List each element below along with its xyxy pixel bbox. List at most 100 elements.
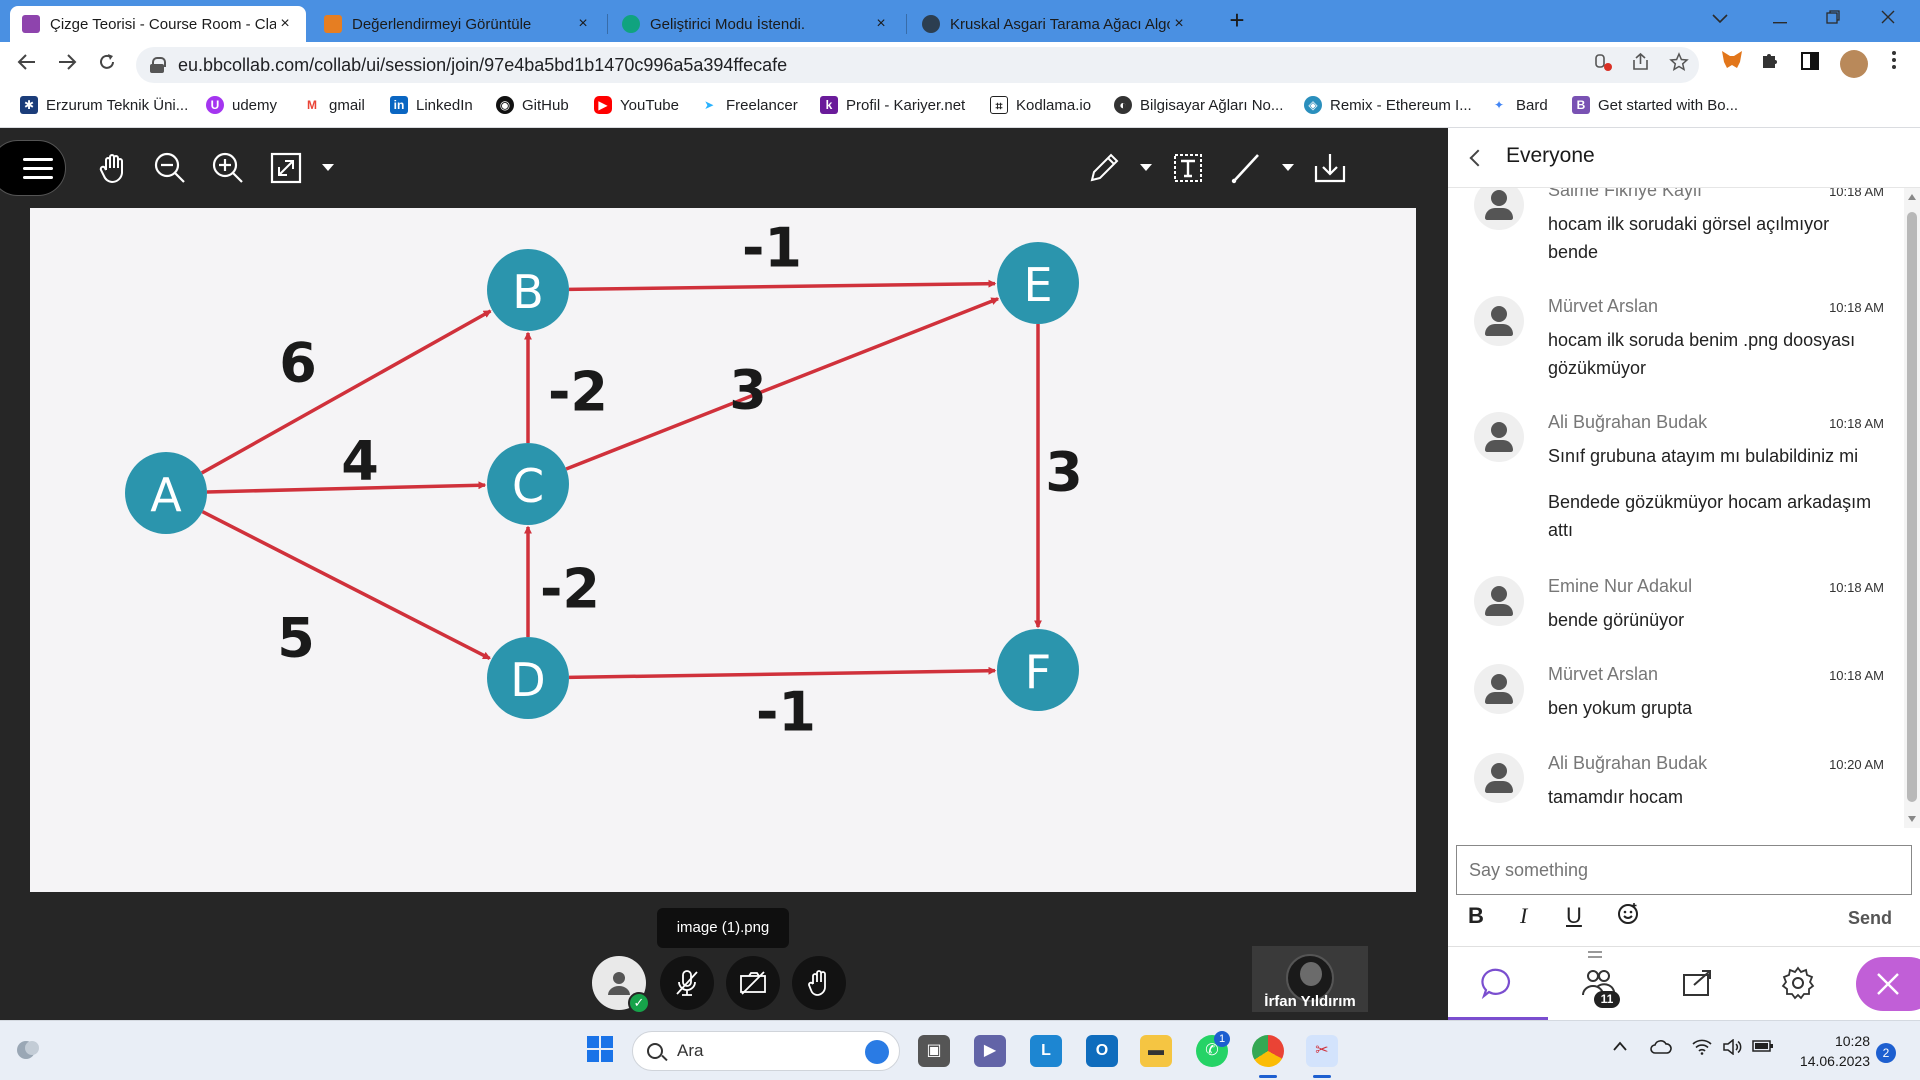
bookmark-freelancer[interactable]: ➤ Freelancer	[700, 96, 798, 114]
text-tool-icon[interactable]	[1168, 148, 1208, 188]
zoom-options-caret-icon[interactable]	[322, 164, 334, 171]
download-icon[interactable]	[1310, 148, 1350, 188]
onedrive-cloud-icon[interactable]	[1650, 1039, 1672, 1060]
start-windows-icon[interactable]	[584, 1035, 616, 1067]
emoji-picker-icon[interactable]	[1616, 902, 1640, 932]
teams-chat-icon[interactable]: ▶	[974, 1035, 1006, 1067]
show-hidden-icons-chevron-icon[interactable]	[1612, 1039, 1628, 1057]
tab-degerlendirme[interactable]: Değerlendirmeyi Görüntüle ×	[312, 6, 604, 42]
profile-avatar[interactable]	[1840, 50, 1868, 78]
camera-blocked-icon[interactable]	[1590, 52, 1616, 78]
tab-share-content[interactable]	[1648, 947, 1748, 1021]
bookmark-youtube[interactable]: ▶ YouTube	[594, 96, 679, 114]
kodlama-icon: ⌗	[990, 96, 1008, 114]
bookmark-star-icon[interactable]	[1666, 52, 1692, 78]
chat-message-input[interactable]	[1457, 846, 1911, 894]
chrome-icon[interactable]	[1252, 1035, 1284, 1067]
reload-icon[interactable]	[92, 50, 122, 80]
weather-widget-icon[interactable]	[12, 1033, 44, 1067]
volume-icon[interactable]	[1722, 1038, 1742, 1060]
zoom-in-icon[interactable]	[208, 148, 248, 188]
bard-icon: ✦	[1490, 96, 1508, 114]
shared-image-whiteboard[interactable]: 6 4 5 -2 -2 -1 3 3 -1 A B C D E F	[30, 208, 1416, 892]
task-view-icon[interactable]: ▣	[918, 1035, 950, 1067]
pencil-tool-icon[interactable]	[1084, 148, 1124, 188]
minimize-window-icon[interactable]	[1750, 0, 1810, 42]
tab-settings[interactable]	[1748, 947, 1848, 1021]
close-window-icon[interactable]	[1858, 0, 1918, 42]
taskbar-search-box[interactable]: Ara	[632, 1031, 900, 1071]
notification-badge[interactable]: 2	[1876, 1043, 1896, 1063]
edge-C-E	[565, 297, 1000, 471]
bookmark-label: Profil - Kariyer.net	[846, 96, 966, 114]
forward-arrow-icon[interactable]	[52, 50, 82, 80]
restore-window-icon[interactable]	[1803, 0, 1863, 42]
close-tab-icon[interactable]: ×	[1170, 15, 1188, 33]
battery-icon[interactable]	[1752, 1039, 1774, 1058]
chat-message-list[interactable]: Saime Fikriye Kaylı 10:18 AM hocam ilk s…	[1448, 188, 1904, 838]
side-panel-icon[interactable]	[1796, 50, 1824, 78]
session-menu-button[interactable]	[0, 140, 66, 196]
tab-search-chevron-icon[interactable]	[1690, 0, 1750, 42]
new-tab-button[interactable]: +	[1222, 6, 1252, 36]
scroll-down-arrow-icon[interactable]	[1908, 816, 1916, 822]
bookmark-remix[interactable]: ◈ Remix - Ethereum I...	[1304, 96, 1472, 114]
pan-hand-icon[interactable]	[94, 148, 134, 188]
wifi-icon[interactable]	[1692, 1039, 1712, 1060]
tab-attendees[interactable]: 11	[1548, 947, 1648, 1021]
extensions-puzzle-icon[interactable]	[1756, 50, 1784, 78]
url-text[interactable]: eu.bbcollab.com/collab/ui/session/join/9…	[178, 55, 787, 76]
l-app-icon[interactable]: L	[1030, 1035, 1062, 1067]
back-arrow-icon[interactable]	[12, 50, 42, 80]
bookmark-linkedin[interactable]: in LinkedIn	[390, 96, 473, 114]
raise-hand-button[interactable]	[792, 956, 846, 1010]
metamask-icon[interactable]	[1718, 50, 1746, 78]
outlook-icon[interactable]: O	[1086, 1035, 1118, 1067]
file-explorer-icon[interactable]: ▬	[1140, 1035, 1172, 1067]
line-options-caret-icon[interactable]	[1282, 164, 1294, 171]
bold-format-button[interactable]: B	[1468, 903, 1484, 929]
url-omnibox[interactable]: eu.bbcollab.com/collab/ui/session/join/9…	[136, 47, 1699, 83]
bookmark-kodlama[interactable]: ⌗ Kodlama.io	[990, 96, 1091, 114]
participant-video-tile[interactable]: İrfan Yıldırım	[1252, 946, 1368, 1012]
bookmark-bard[interactable]: ✦ Bard	[1490, 96, 1548, 114]
camera-off-button[interactable]	[726, 956, 780, 1010]
bookmark-bilgisayar-aglari[interactable]: ◐ Bilgisayar Ağları No...	[1114, 96, 1283, 114]
my-status-avatar-button[interactable]: ✓	[592, 956, 650, 1014]
fit-to-screen-icon[interactable]	[266, 148, 306, 188]
close-panel-button[interactable]	[1856, 957, 1920, 1011]
tab-course-room[interactable]: Çizge Teorisi - Course Room - Cla ×	[10, 6, 306, 42]
tab-chat[interactable]	[1448, 947, 1548, 1021]
close-tab-icon[interactable]: ×	[276, 15, 294, 33]
share-icon[interactable]	[1628, 52, 1654, 78]
tab-kruskal[interactable]: Kruskal Asgari Tarama Ağacı Algo ×	[910, 6, 1200, 42]
snipping-tool-icon[interactable]: ✂	[1306, 1035, 1338, 1067]
scrollbar-thumb[interactable]	[1907, 212, 1917, 802]
system-clock[interactable]: 10:28 14.06.2023	[1780, 1031, 1870, 1071]
bookmark-kariyer[interactable]: k Profil - Kariyer.net	[820, 96, 965, 114]
bookmark-label: Bard	[1516, 96, 1548, 114]
edge-weight-label: 5	[277, 607, 315, 670]
tab-gelistirici-modu[interactable]: Geliştirici Modu İstendi. ×	[610, 6, 902, 42]
zoom-out-icon[interactable]	[150, 148, 190, 188]
scroll-up-arrow-icon[interactable]	[1908, 194, 1916, 200]
pencil-options-caret-icon[interactable]	[1140, 164, 1152, 171]
bing-icon[interactable]	[865, 1040, 889, 1064]
line-tool-icon[interactable]	[1226, 148, 1266, 188]
send-button[interactable]: Send	[1848, 908, 1892, 929]
bookmark-bootstrap[interactable]: B Get started with Bo...	[1572, 96, 1738, 114]
bookmark-gmail[interactable]: Mgmail	[303, 96, 365, 114]
close-tab-icon[interactable]: ×	[574, 15, 592, 33]
lock-icon[interactable]	[150, 57, 166, 73]
kebab-menu-icon[interactable]	[1880, 50, 1908, 78]
close-tab-icon[interactable]: ×	[872, 15, 890, 33]
underline-format-button[interactable]: U	[1566, 903, 1582, 929]
chat-scrollbar[interactable]	[1904, 188, 1920, 828]
microphone-muted-button[interactable]	[660, 956, 714, 1010]
back-chevron-icon[interactable]	[1469, 149, 1487, 167]
bookmark-udemy[interactable]: Uudemy	[206, 96, 277, 114]
chat-composer[interactable]	[1456, 845, 1912, 895]
bookmark-erzurum[interactable]: ✱ Erzurum Teknik Üni...	[20, 96, 188, 114]
italic-format-button[interactable]: I	[1520, 903, 1527, 929]
bookmark-github[interactable]: ◉ GitHub	[496, 96, 569, 114]
